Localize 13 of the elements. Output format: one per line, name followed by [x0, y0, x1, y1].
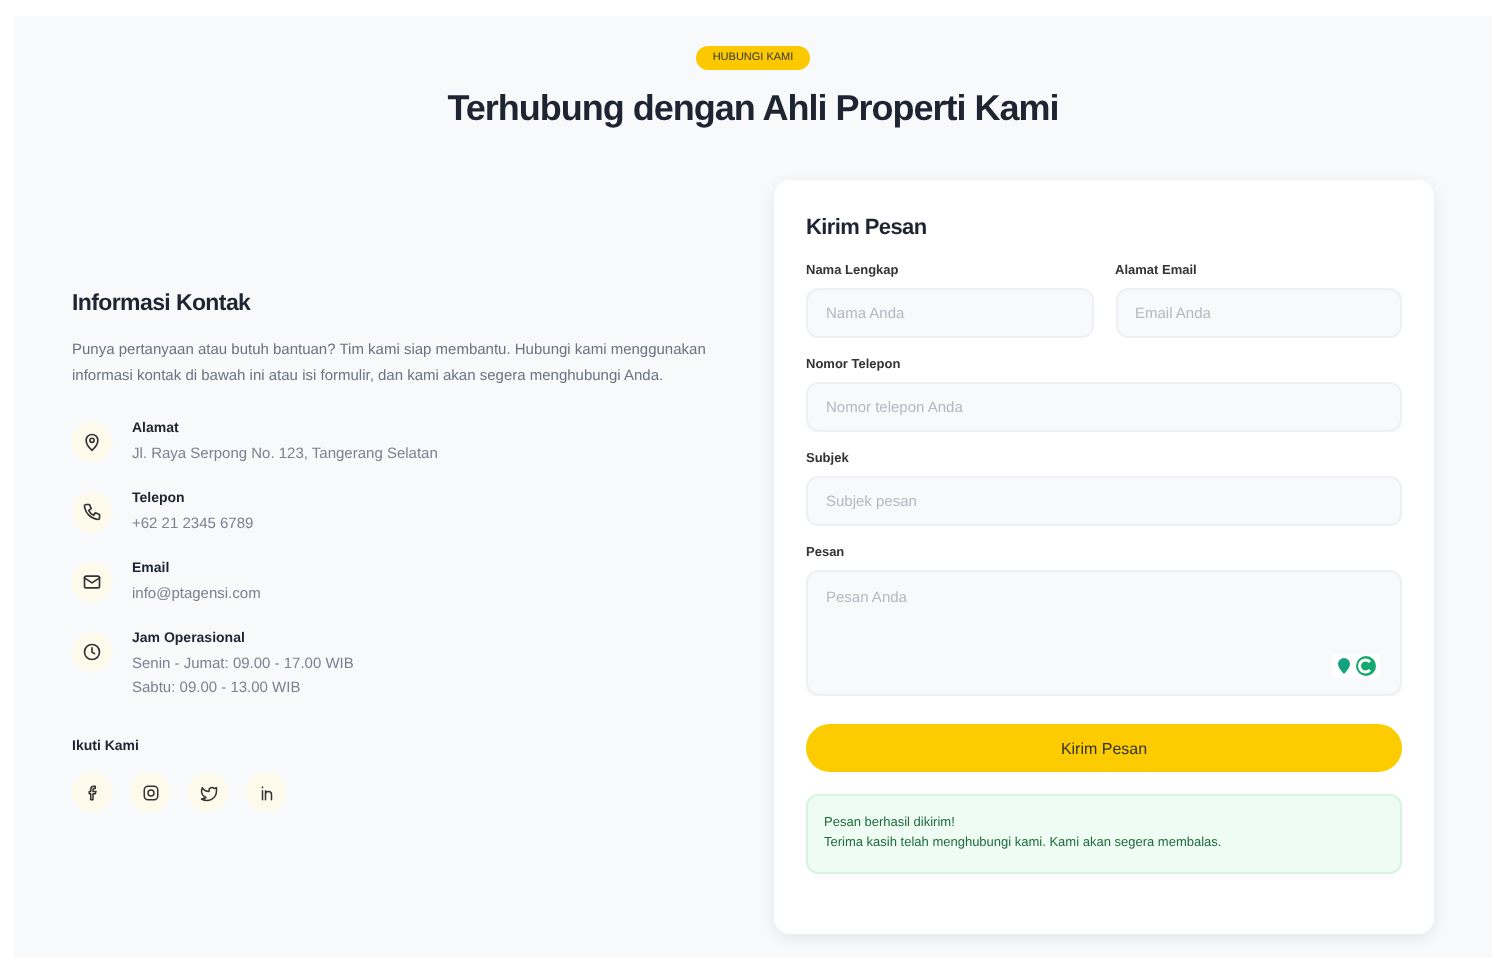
instagram-icon[interactable]	[130, 772, 170, 812]
section-heading: Informasi Kontak	[72, 292, 253, 316]
envelope-icon	[72, 562, 112, 602]
form-title: Kirim Pesan	[806, 216, 929, 240]
phone-icon	[72, 492, 112, 532]
facebook-icon[interactable]	[72, 772, 112, 812]
page-title: Terhubung dengan Ahli Properti Kami	[447, 88, 1059, 130]
extension-icon[interactable]	[1332, 654, 1380, 678]
submit-button[interactable]: Kirim Pesan	[806, 724, 1402, 772]
pin-icon	[72, 422, 112, 462]
clock-icon	[72, 632, 112, 672]
twitter-icon[interactable]	[188, 772, 228, 812]
linkedin-icon[interactable]	[246, 772, 286, 812]
